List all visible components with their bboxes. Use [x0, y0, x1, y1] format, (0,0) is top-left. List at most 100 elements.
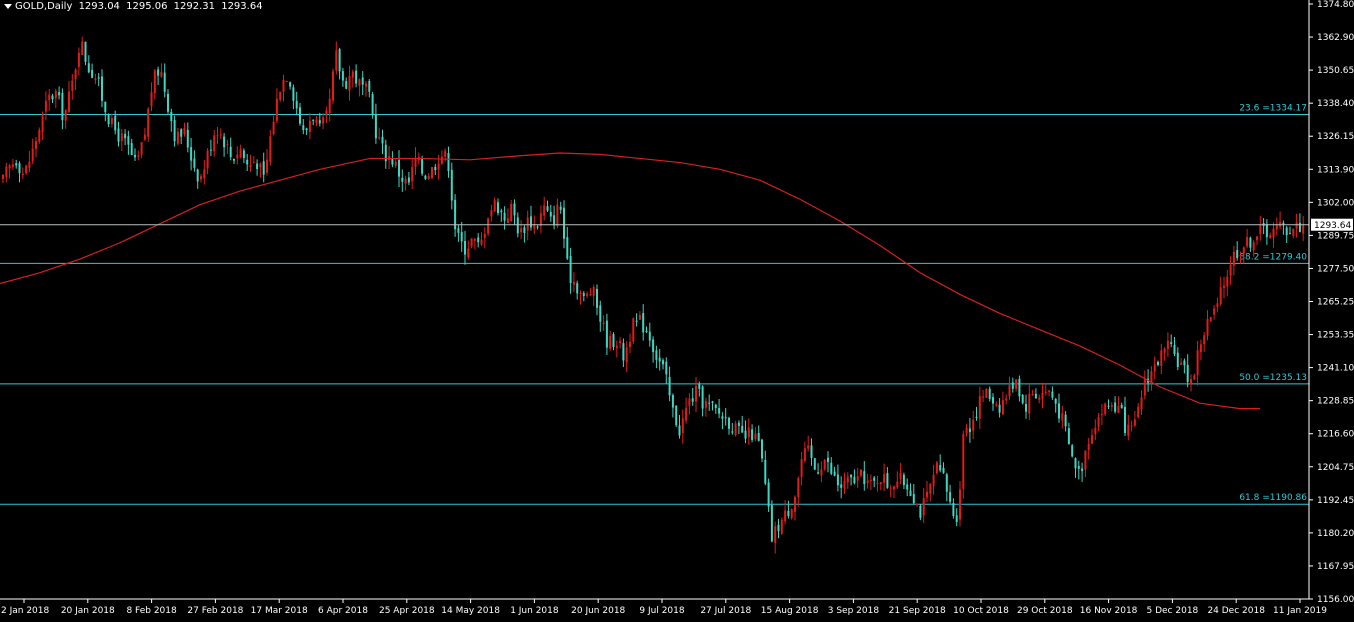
y-tick-label-12: 1228.85 [1317, 397, 1354, 407]
candle-32 [107, 113, 110, 127]
candlestick-chart[interactable]: 23.6 =1334.17 38.2 =1279.40 50.0 =1235.13 6… [0, 0, 1354, 622]
candle-302 [998, 398, 1001, 418]
candle-179 [592, 284, 595, 306]
candle-311 [1028, 383, 1031, 420]
candle-45 [150, 82, 153, 112]
candle-90 [299, 102, 301, 126]
fib-label-1: 38.2 =1279.40 [1239, 252, 1307, 262]
candle-391 [1292, 228, 1295, 239]
candle-107 [355, 64, 358, 88]
candle-106 [351, 69, 354, 88]
candle-346 [1143, 370, 1146, 400]
candle-97 [322, 112, 325, 130]
candle-10 [35, 137, 37, 158]
candle-363 [1199, 339, 1202, 361]
candle-101 [335, 41, 338, 75]
candle-177 [586, 291, 589, 299]
candle-372 [1229, 256, 1232, 285]
candle-210 [695, 377, 697, 413]
candle-36 [120, 128, 123, 151]
candle-105 [348, 65, 351, 101]
candle-339 [1120, 402, 1123, 409]
candle-299 [988, 386, 991, 402]
candle-337 [1114, 396, 1117, 414]
candle-226 [747, 418, 750, 445]
candle-104 [345, 77, 348, 90]
candle-240 [794, 495, 796, 521]
candle-382 [1262, 218, 1265, 235]
candle-368 [1216, 297, 1219, 313]
candle-319 [1054, 397, 1057, 413]
candle-301 [995, 401, 998, 407]
candle-28 [94, 73, 97, 85]
candle-330 [1091, 428, 1093, 445]
candle-267 [883, 463, 886, 492]
candle-86 [285, 80, 288, 83]
candle-68 [226, 139, 229, 155]
candle-202 [668, 366, 671, 402]
candle-44 [147, 107, 150, 142]
candle-214 [708, 394, 711, 412]
candle-207 [685, 397, 688, 424]
candle-366 [1209, 316, 1212, 322]
y-tick-label-4: 1326.15 [1317, 132, 1354, 142]
candle-17 [58, 86, 61, 100]
candle-215 [711, 400, 714, 411]
candle-251 [830, 457, 833, 476]
candle-165 [546, 200, 549, 212]
candle-289 [955, 508, 958, 527]
candle-195 [645, 326, 648, 333]
candle-253 [836, 464, 839, 492]
candle-222 [734, 420, 737, 437]
candle-158 [523, 224, 526, 243]
x-tick-label-9: 20 Jun 2018 [571, 606, 625, 616]
candle-305 [1008, 376, 1011, 400]
candle-342 [1130, 420, 1133, 432]
candle-84 [279, 91, 282, 103]
y-tick-label-1: 1362.90 [1317, 33, 1354, 43]
x-tick-label-16: 29 Oct 2018 [1017, 606, 1073, 616]
y-tick-label-8: 1277.50 [1317, 264, 1354, 274]
candle-154 [510, 199, 513, 222]
candle-266 [879, 481, 882, 491]
candle-115 [381, 129, 384, 155]
y-tick-label-14: 1204.75 [1317, 463, 1354, 473]
candle-250 [827, 451, 829, 473]
candle-37 [124, 129, 127, 146]
x-tick-label-3: 27 Feb 2018 [187, 606, 243, 616]
candle-264 [873, 476, 876, 488]
candle-343 [1133, 410, 1136, 427]
candle-131 [434, 163, 437, 176]
candle-176 [582, 291, 585, 302]
fibonacci-levels: 23.6 =1334.17 38.2 =1279.40 50.0 =1235.13 6… [0, 103, 1309, 505]
candle-257 [850, 474, 853, 486]
x-tick-label-2: 8 Feb 2018 [126, 606, 177, 616]
candle-284 [939, 454, 942, 473]
candle-20 [68, 81, 70, 113]
candle-277 [916, 503, 919, 507]
candle-318 [1051, 386, 1054, 400]
candle-279 [922, 487, 925, 524]
candle-152 [503, 206, 506, 230]
candle-324 [1071, 444, 1074, 458]
candle-341 [1127, 414, 1130, 441]
candle-204 [675, 405, 678, 428]
candle-31 [104, 101, 107, 122]
candle-116 [384, 139, 387, 169]
candle-119 [394, 158, 397, 168]
candle-304 [1005, 394, 1008, 405]
moving-average [0, 152, 1260, 410]
candle-294 [972, 410, 975, 440]
candle-247 [817, 463, 820, 475]
candle-73 [242, 148, 245, 164]
candle-308 [1018, 375, 1021, 402]
candle-178 [589, 287, 592, 297]
candle-205 [678, 414, 681, 439]
candle-65 [216, 126, 219, 144]
symbol-menu-icon[interactable] [4, 3, 12, 9]
candle-211 [698, 381, 701, 397]
candle-85 [282, 74, 285, 102]
candle-16 [54, 88, 57, 109]
candle-286 [945, 472, 948, 502]
candle-110 [365, 80, 367, 97]
